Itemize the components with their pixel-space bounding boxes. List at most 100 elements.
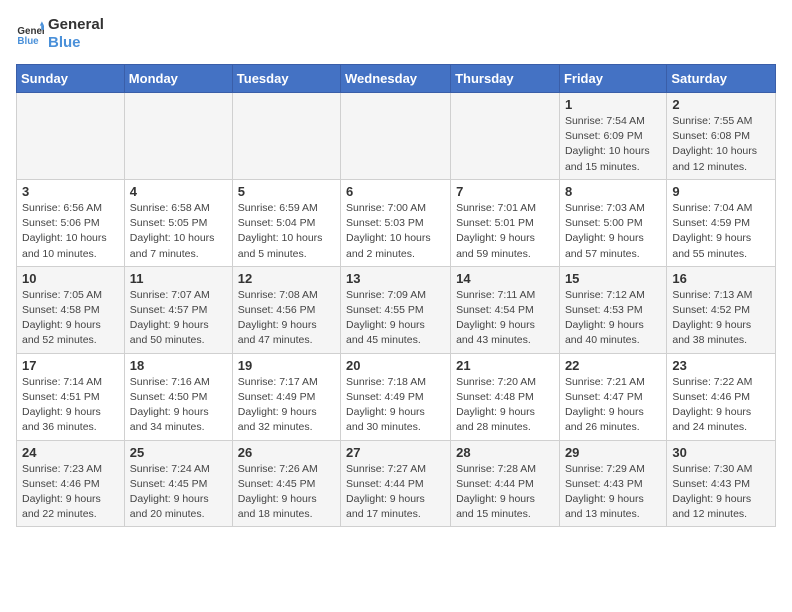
calendar-day-cell: 7 Sunrise: 7:01 AM Sunset: 5:01 PM Daylig… [451,179,560,266]
day-number: 19 [238,358,335,373]
day-number: 17 [22,358,119,373]
empty-cell [17,93,125,180]
calendar-week-row: 3 Sunrise: 6:56 AM Sunset: 5:06 PM Daylig… [17,179,776,266]
day-info: Sunrise: 7:54 AM Sunset: 6:09 PM Dayligh… [565,114,661,175]
calendar-day-cell: 1 Sunrise: 7:54 AM Sunset: 6:09 PM Daylig… [559,93,666,180]
day-number: 29 [565,445,661,460]
day-number: 1 [565,97,661,112]
calendar-day-cell: 12 Sunrise: 7:08 AM Sunset: 4:56 PM Dayli… [232,266,340,353]
day-number: 27 [346,445,445,460]
day-number: 14 [456,271,554,286]
weekday-header-saturday: Saturday [667,65,776,93]
calendar-day-cell: 8Sunrise: 7:03 AM Sunset: 5:00 PM Daylig… [559,179,666,266]
day-info: Sunrise: 7:13 AM Sunset: 4:52 PM Dayligh… [672,288,770,349]
day-number: 4 [130,184,227,199]
calendar-day-cell: 30Sunrise: 7:30 AM Sunset: 4:43 PM Dayli… [667,440,776,527]
page-header: General Blue General Blue [16,16,776,52]
calendar-day-cell: 15Sunrise: 7:12 AM Sunset: 4:53 PM Dayli… [559,266,666,353]
day-number: 20 [346,358,445,373]
weekday-header-tuesday: Tuesday [232,65,340,93]
calendar-day-cell: 19Sunrise: 7:17 AM Sunset: 4:49 PM Dayli… [232,353,340,440]
calendar-day-cell: 16 Sunrise: 7:13 AM Sunset: 4:52 PM Dayli… [667,266,776,353]
calendar-table: SundayMondayTuesdayWednesdayThursdayFrid… [16,64,776,527]
day-info: Sunrise: 7:00 AM Sunset: 5:03 PM Dayligh… [346,201,445,262]
calendar-day-cell: 25 Sunrise: 7:24 AM Sunset: 4:45 PM Dayli… [124,440,232,527]
day-info: Sunrise: 7:09 AM Sunset: 4:55 PM Dayligh… [346,288,445,349]
calendar-week-row: 17 Sunrise: 7:14 AM Sunset: 4:51 PM Dayli… [17,353,776,440]
day-number: 15 [565,271,661,286]
day-number: 3 [22,184,119,199]
calendar-day-cell: 11 Sunrise: 7:07 AM Sunset: 4:57 PM Dayli… [124,266,232,353]
day-info: Sunrise: 7:18 AM Sunset: 4:49 PM Dayligh… [346,375,445,436]
day-info: Sunrise: 7:07 AM Sunset: 4:57 PM Dayligh… [130,288,227,349]
weekday-header-monday: Monday [124,65,232,93]
calendar-day-cell: 26 Sunrise: 7:26 AM Sunset: 4:45 PM Dayli… [232,440,340,527]
weekday-header-wednesday: Wednesday [341,65,451,93]
calendar-header: SundayMondayTuesdayWednesdayThursdayFrid… [17,65,776,93]
day-number: 11 [130,271,227,286]
calendar-day-cell: 23 Sunrise: 7:22 AM Sunset: 4:46 PM Dayli… [667,353,776,440]
day-info: Sunrise: 7:30 AM Sunset: 4:43 PM Dayligh… [672,462,770,523]
day-info: Sunrise: 7:20 AM Sunset: 4:48 PM Dayligh… [456,375,554,436]
day-info: Sunrise: 7:23 AM Sunset: 4:46 PM Dayligh… [22,462,119,523]
svg-text:Blue: Blue [17,36,39,47]
day-info: Sunrise: 7:26 AM Sunset: 4:45 PM Dayligh… [238,462,335,523]
calendar-day-cell: 6 Sunrise: 7:00 AM Sunset: 5:03 PM Daylig… [341,179,451,266]
day-number: 12 [238,271,335,286]
day-number: 6 [346,184,445,199]
empty-cell [451,93,560,180]
day-info: Sunrise: 7:24 AM Sunset: 4:45 PM Dayligh… [130,462,227,523]
day-number: 16 [672,271,770,286]
weekday-header-friday: Friday [559,65,666,93]
day-info: Sunrise: 7:08 AM Sunset: 4:56 PM Dayligh… [238,288,335,349]
weekday-header-row: SundayMondayTuesdayWednesdayThursdayFrid… [17,65,776,93]
day-info: Sunrise: 7:29 AM Sunset: 4:43 PM Dayligh… [565,462,661,523]
calendar-week-row: 24 Sunrise: 7:23 AM Sunset: 4:46 PM Dayli… [17,440,776,527]
day-number: 13 [346,271,445,286]
calendar-day-cell: 10 Sunrise: 7:05 AM Sunset: 4:58 PM Dayli… [17,266,125,353]
calendar-day-cell: 27 Sunrise: 7:27 AM Sunset: 4:44 PM Dayli… [341,440,451,527]
calendar-day-cell: 5Sunrise: 6:59 AM Sunset: 5:04 PM Daylig… [232,179,340,266]
day-number: 7 [456,184,554,199]
day-info: Sunrise: 6:56 AM Sunset: 5:06 PM Dayligh… [22,201,119,262]
day-info: Sunrise: 7:27 AM Sunset: 4:44 PM Dayligh… [346,462,445,523]
calendar-day-cell: 29 Sunrise: 7:29 AM Sunset: 4:43 PM Dayli… [559,440,666,527]
day-info: Sunrise: 7:55 AM Sunset: 6:08 PM Dayligh… [672,114,770,175]
day-number: 10 [22,271,119,286]
calendar-day-cell: 9 Sunrise: 7:04 AM Sunset: 4:59 PM Daylig… [667,179,776,266]
day-info: Sunrise: 7:14 AM Sunset: 4:51 PM Dayligh… [22,375,119,436]
calendar-day-cell: 2 Sunrise: 7:55 AM Sunset: 6:08 PM Daylig… [667,93,776,180]
empty-cell [232,93,340,180]
calendar-day-cell: 21Sunrise: 7:20 AM Sunset: 4:48 PM Dayli… [451,353,560,440]
empty-cell [124,93,232,180]
day-info: Sunrise: 7:21 AM Sunset: 4:47 PM Dayligh… [565,375,661,436]
day-info: Sunrise: 7:01 AM Sunset: 5:01 PM Dayligh… [456,201,554,262]
day-info: Sunrise: 6:59 AM Sunset: 5:04 PM Dayligh… [238,201,335,262]
calendar-week-row: 1 Sunrise: 7:54 AM Sunset: 6:09 PM Daylig… [17,93,776,180]
logo: General Blue General Blue [16,16,104,52]
day-number: 18 [130,358,227,373]
day-number: 25 [130,445,227,460]
day-info: Sunrise: 6:58 AM Sunset: 5:05 PM Dayligh… [130,201,227,262]
calendar-day-cell: 4 Sunrise: 6:58 AM Sunset: 5:05 PM Daylig… [124,179,232,266]
day-number: 24 [22,445,119,460]
day-number: 22 [565,358,661,373]
calendar-body: 1 Sunrise: 7:54 AM Sunset: 6:09 PM Daylig… [17,93,776,527]
calendar-day-cell: 24 Sunrise: 7:23 AM Sunset: 4:46 PM Dayli… [17,440,125,527]
day-info: Sunrise: 7:04 AM Sunset: 4:59 PM Dayligh… [672,201,770,262]
day-number: 9 [672,184,770,199]
calendar-day-cell: 13 Sunrise: 7:09 AM Sunset: 4:55 PM Dayli… [341,266,451,353]
day-number: 8 [565,184,661,199]
day-number: 2 [672,97,770,112]
calendar-day-cell: 18 Sunrise: 7:16 AM Sunset: 4:50 PM Dayli… [124,353,232,440]
day-number: 28 [456,445,554,460]
calendar-day-cell: 3 Sunrise: 6:56 AM Sunset: 5:06 PM Daylig… [17,179,125,266]
day-info: Sunrise: 7:05 AM Sunset: 4:58 PM Dayligh… [22,288,119,349]
calendar-day-cell: 28 Sunrise: 7:28 AM Sunset: 4:44 PM Dayli… [451,440,560,527]
calendar-day-cell: 17 Sunrise: 7:14 AM Sunset: 4:51 PM Dayli… [17,353,125,440]
day-number: 26 [238,445,335,460]
day-info: Sunrise: 7:28 AM Sunset: 4:44 PM Dayligh… [456,462,554,523]
day-info: Sunrise: 7:16 AM Sunset: 4:50 PM Dayligh… [130,375,227,436]
day-number: 23 [672,358,770,373]
day-info: Sunrise: 7:22 AM Sunset: 4:46 PM Dayligh… [672,375,770,436]
